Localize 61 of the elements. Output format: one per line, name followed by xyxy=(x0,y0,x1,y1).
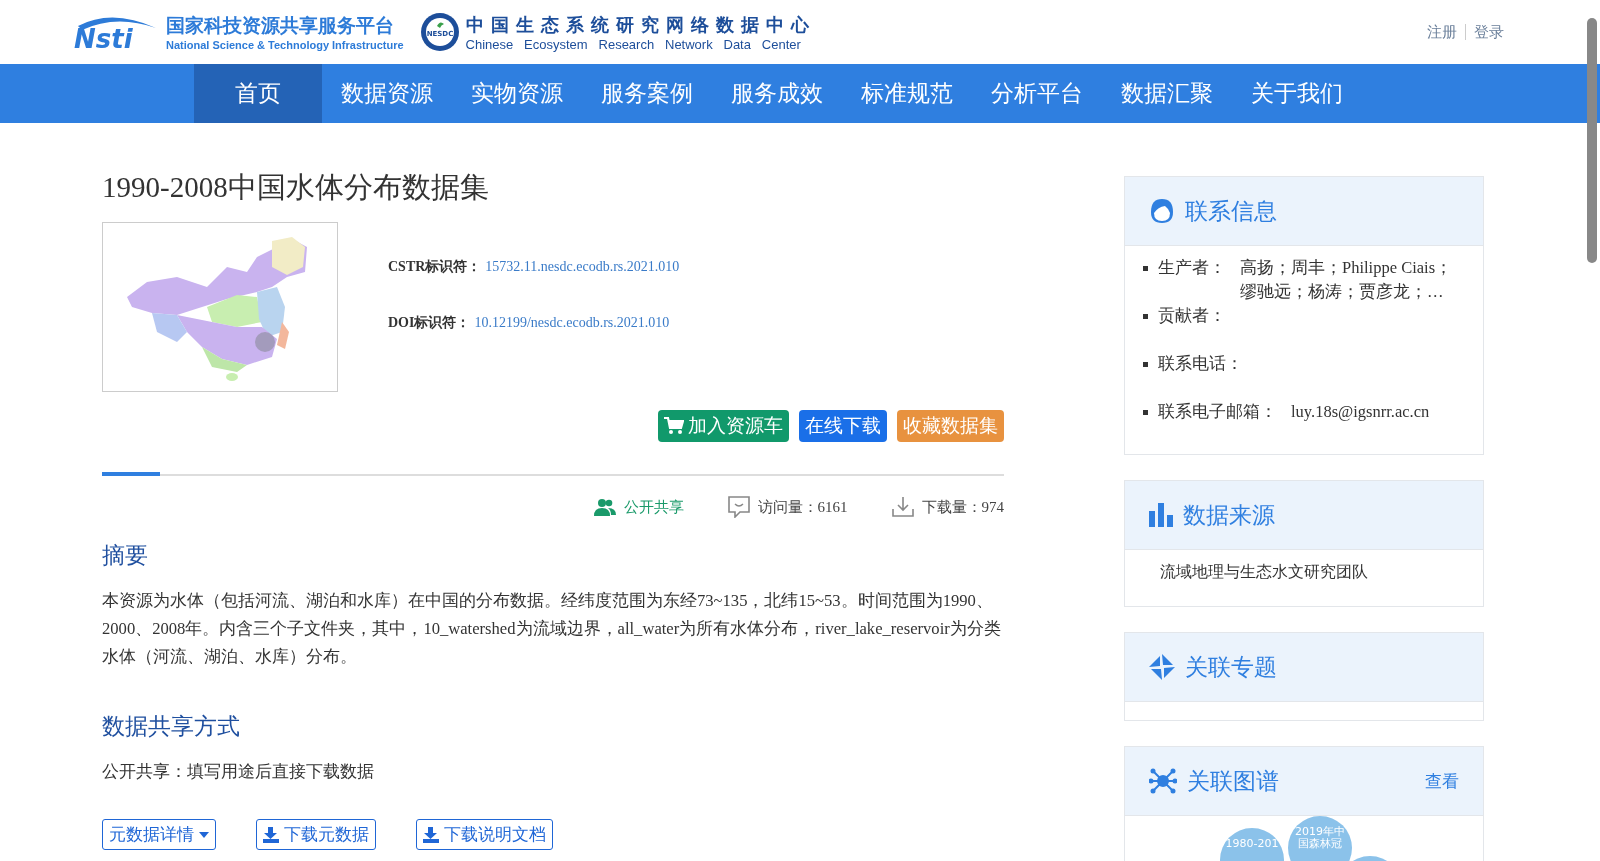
section-title: 数据共享方式 xyxy=(102,712,241,741)
bullet-icon xyxy=(1143,410,1148,415)
identifier-link[interactable]: 15732.11.nesdc.ecodb.rs.2021.010 xyxy=(485,259,680,274)
card-title: 数据来源 xyxy=(1183,500,1275,530)
comment-icon xyxy=(727,496,750,518)
bullet-icon xyxy=(1143,266,1148,271)
contact-label: 贡献者： xyxy=(1158,305,1226,327)
stat-text: 下载量：974 xyxy=(921,497,1004,517)
download-icon xyxy=(891,497,914,517)
platform-name: 国家科技资源共享服务平台 xyxy=(166,13,395,38)
cart-icon xyxy=(664,417,684,435)
download-icon xyxy=(423,826,439,843)
nav-item[interactable]: 标准规范 xyxy=(842,64,972,123)
nav-item[interactable]: 分析平台 xyxy=(972,64,1102,123)
nav-item[interactable]: 服务成效 xyxy=(712,64,842,123)
contact-value: 高扬；周丰；Philippe Ciais；缪驰远；杨涛；贾彦龙；… xyxy=(1240,257,1454,303)
dataset-title: 1990-2008中国水体分布数据集 xyxy=(102,170,490,205)
nav-item[interactable]: 关于我们 xyxy=(1232,64,1362,123)
outline-button[interactable]: 元数据详情 xyxy=(102,819,216,850)
card-title: 关联图谱 xyxy=(1187,766,1279,796)
abstract-text: 本资源为水体（包括河流、湖泊和水库）在中国的分布数据。经纬度范围为东经73~135，北纬15~53。时间范围为1990、2000、2008年。内含三个子文件夹，其中，10_watershed为流域边界，all_water为所有水体分布，river_lake_reservoir为分类水体（河流、湖泊、水库）分布。 xyxy=(102,590,1002,668)
center-name-en: Chinese Ecosystem Research Network Data Center xyxy=(465,36,802,52)
bullet-icon xyxy=(1143,362,1148,367)
source-text: 流域地理与生态水文研究团队 xyxy=(1159,562,1369,582)
sharing-text: 公开共享：填写用途后直接下载数据 xyxy=(102,761,375,783)
stat-text: 访问量：6161 xyxy=(757,497,848,517)
section-title: 摘要 xyxy=(102,541,149,570)
bullet-icon xyxy=(1143,314,1148,319)
download-icon xyxy=(263,826,279,843)
auth-link[interactable]: 登录 xyxy=(1474,22,1504,42)
action-button[interactable]: 在线下载 xyxy=(799,410,887,442)
network-icon xyxy=(1149,768,1177,794)
contact-label: 生产者： xyxy=(1158,257,1226,279)
nav-item[interactable]: 数据汇聚 xyxy=(1102,64,1232,123)
caret-icon xyxy=(199,831,209,838)
contact-value: luy.18s@igsnrr.ac.cn xyxy=(1291,401,1431,423)
action-button[interactable]: 收藏数据集 xyxy=(897,410,1004,442)
nav-item[interactable]: 实物资源 xyxy=(452,64,582,123)
outline-button[interactable]: 下载元数据 xyxy=(256,819,376,850)
card-title: 关联专题 xyxy=(1185,652,1277,682)
outline-button[interactable]: 下载说明文档 xyxy=(416,819,553,850)
action-button[interactable]: 加入资源车 xyxy=(658,410,789,442)
bar-chart-icon xyxy=(1149,503,1173,527)
nav-item[interactable]: 数据资源 xyxy=(322,64,452,123)
contact-label: 联系电子邮箱： xyxy=(1158,401,1277,423)
users-icon xyxy=(593,498,616,516)
contact-label: 联系电话： xyxy=(1158,353,1243,375)
center-name: 中国生态系统研究网络数据中心 xyxy=(465,12,816,37)
view-link[interactable]: 查看 xyxy=(1425,769,1459,793)
arrows-icon xyxy=(1149,654,1175,680)
card-title: 联系信息 xyxy=(1185,196,1277,226)
person-icon xyxy=(1149,197,1175,225)
identifier-label: CSTR标识符： xyxy=(388,259,482,274)
identifier-link[interactable]: 10.12199/nesdc.ecodb.rs.2021.010 xyxy=(474,315,670,330)
identifier-label: DOI标识符： xyxy=(388,315,471,330)
platform-name-en: National Science & Technology Infrastructure xyxy=(166,39,404,51)
nsti-logo: Nsti xyxy=(72,12,160,52)
nav-item[interactable]: 首页 xyxy=(194,64,322,123)
nav-item[interactable]: 服务案例 xyxy=(582,64,712,123)
auth-link[interactable]: 注册 xyxy=(1427,22,1457,42)
stat-text: 公开共享 xyxy=(623,497,684,517)
